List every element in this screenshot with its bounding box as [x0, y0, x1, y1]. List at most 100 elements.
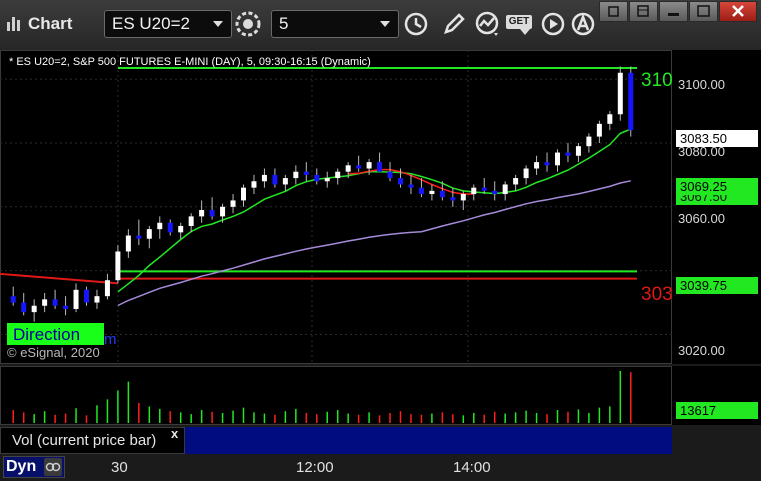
candle-body: [460, 194, 466, 201]
chart-app-icon: [7, 17, 20, 31]
candle-body: [84, 289, 89, 303]
candle-body: [314, 174, 320, 182]
symbol-combobox[interactable]: ES U20=2: [104, 10, 232, 38]
play-icon[interactable]: [539, 10, 567, 38]
candle-body: [42, 299, 48, 306]
candle-body: [199, 210, 205, 217]
maximize-icon: [697, 5, 710, 17]
candle-body: [251, 181, 257, 188]
symbol-value: ES U20=2: [112, 14, 190, 33]
candle-body: [450, 197, 456, 201]
purple-moving-average-line: [117, 180, 631, 307]
interval-value: 5: [279, 14, 289, 33]
candle-body: [429, 190, 435, 195]
close-icon: [732, 5, 744, 17]
candle-body: [167, 222, 173, 233]
candle-body: [534, 162, 540, 169]
candle-body: [272, 174, 278, 185]
close-study-button[interactable]: x: [171, 426, 178, 441]
chain-link-icon: [45, 462, 61, 472]
candle-body: [586, 136, 592, 147]
candle-body: [356, 165, 362, 169]
price-chart-plot[interactable]: [0, 50, 761, 364]
candle-body: [157, 222, 163, 230]
study-strip: [185, 427, 672, 454]
red-level-line: [0, 272, 119, 285]
maximize-window-button[interactable]: [689, 1, 718, 22]
chevron-down-icon[interactable]: [213, 21, 223, 27]
copyright-text: © eSignal, 2020: [7, 345, 100, 360]
candle-body: [398, 178, 403, 185]
candle-body: [241, 187, 246, 201]
candle-body: [282, 178, 288, 185]
volume-study-label: Vol (current price bar): [12, 432, 157, 449]
volume-value-tag: 13617: [676, 402, 758, 419]
candle-body: [481, 187, 487, 191]
candle-body: [94, 296, 100, 303]
pencil-draw-icon[interactable]: [440, 10, 468, 38]
price-axis-label: 3020.00: [678, 343, 725, 358]
settings-gear-icon[interactable]: [234, 10, 262, 38]
candle-body: [220, 206, 226, 217]
candle-body: [387, 171, 393, 179]
candle-body: [544, 162, 550, 166]
last-price-tag: 3083.50: [676, 130, 758, 147]
direction-label: Direction: [13, 325, 81, 344]
level-label-bottom: 303: [641, 284, 673, 305]
link-icon[interactable]: [44, 458, 62, 476]
candle-body: [523, 168, 529, 179]
volume-plot[interactable]: [0, 366, 672, 425]
candle-body: [178, 225, 184, 233]
candle-body: [73, 289, 79, 309]
candle-body: [345, 165, 351, 172]
candle-body: [513, 178, 519, 185]
chevron-down-icon[interactable]: [380, 21, 390, 27]
interval-combobox[interactable]: 5: [271, 10, 399, 38]
candle-body: [471, 187, 477, 195]
candle-body: [617, 72, 623, 115]
candle-body: [366, 162, 372, 169]
candle-body: [492, 190, 498, 195]
chart-legend: * ES U20=2, S&P 500 FUTURES E-MINI (DAY)…: [9, 56, 371, 68]
time-axis-label: 30: [111, 459, 128, 476]
studies-chart-icon[interactable]: [474, 10, 502, 38]
candle-body: [324, 178, 330, 182]
candle-body: [293, 171, 299, 179]
candle-body: [125, 235, 131, 252]
restore-icon: [608, 6, 619, 17]
candle-body: [136, 235, 142, 239]
candle-body: [408, 184, 414, 188]
candle-body: [209, 210, 215, 217]
minimize-window-button[interactable]: [659, 1, 688, 22]
chevron-down-icon[interactable]: [520, 29, 530, 35]
candle-body: [230, 200, 236, 207]
get-data-button[interactable]: GET: [506, 15, 532, 29]
alert-icon[interactable]: [569, 10, 597, 38]
candle-body: [439, 190, 445, 198]
tile-icon: [637, 5, 649, 17]
candle-body: [628, 72, 634, 131]
candle-body: [575, 146, 581, 156]
candle-body: [418, 187, 424, 195]
close-window-button[interactable]: [719, 1, 757, 22]
candle-body: [377, 162, 383, 172]
window-title: Chart: [28, 14, 73, 33]
green-moving-average-line: [117, 128, 632, 293]
candle-body: [52, 299, 58, 306]
time-axis-label: 14:00: [453, 459, 491, 476]
restore-window-button[interactable]: [599, 1, 628, 22]
time-axis-label: 12:00: [296, 459, 334, 476]
dynamic-mode-label: Dyn: [6, 458, 37, 475]
minimize-icon: [668, 13, 679, 16]
candle-body: [115, 251, 121, 281]
candle-body: [596, 123, 602, 137]
candle-body: [146, 229, 152, 239]
tile-window-button[interactable]: [629, 1, 658, 22]
price-axis-label: 3100.00: [678, 77, 725, 92]
upper-level-tag: 3069.25: [676, 178, 758, 195]
level-label-top: 310: [641, 70, 673, 91]
candle-body: [10, 296, 16, 303]
clock-icon[interactable]: [402, 10, 430, 38]
candle-body: [104, 280, 110, 297]
candle-body: [63, 305, 69, 309]
